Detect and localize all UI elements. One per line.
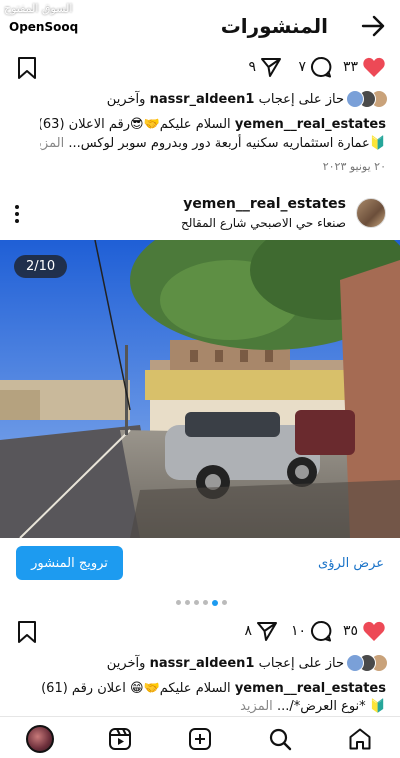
carousel-indicator	[176, 599, 227, 608]
profile-icon	[26, 725, 54, 753]
liked-by-user[interactable]: nassr_aldeen1	[150, 656, 255, 671]
home-icon	[349, 728, 371, 750]
post2-like-button[interactable]: ٣٥	[343, 620, 386, 642]
post1-liked-by[interactable]: حاز على إعجاب nassr_aldeen1 وآخرين	[0, 90, 400, 114]
opensooq-watermark: السوق المفتوح OpenSooq	[4, 2, 84, 35]
caption-text: 🔰 *نوع العرض*/...	[276, 699, 386, 714]
share-count: ٩	[248, 59, 256, 75]
heart-filled-icon	[363, 57, 385, 77]
send-icon	[261, 58, 281, 77]
bookmark-icon[interactable]	[16, 56, 38, 80]
bookmark-icon[interactable]	[16, 620, 38, 644]
caption-text: السلام عليكم🤝😁 اعلان رقم (61)	[41, 681, 231, 696]
post1-caption-line1: yemen__real_estates السلام عليكم🤝😎رقم ال…	[40, 115, 386, 135]
avatar[interactable]	[356, 198, 386, 228]
comment-count: ١٠	[290, 623, 306, 639]
post2-header: yemen__real_estates صنعاء حي الاصبحي شار…	[0, 190, 400, 242]
post1-like-button[interactable]: ٣٣	[343, 56, 386, 78]
post-location[interactable]: صنعاء حي الاصبحي شارع المقالح	[181, 216, 346, 230]
more-link[interactable]: المزيد	[40, 136, 64, 151]
liked-by-user[interactable]: nassr_aldeen1	[150, 92, 255, 107]
carousel-dot-active	[212, 599, 218, 606]
caption-username[interactable]: yemen__real_estates	[235, 117, 386, 132]
carousel-dot	[203, 600, 208, 605]
post2-liked-by[interactable]: حاز على إعجاب nassr_aldeen1 وآخرين	[0, 654, 400, 678]
page-title: المنشورات	[220, 14, 328, 38]
heart-filled-icon	[363, 621, 385, 641]
comment-icon	[311, 56, 332, 78]
caption-text: السلام عليكم🤝😎رقم الاعلان (63)	[40, 117, 231, 132]
create-tab[interactable]	[186, 725, 214, 753]
watermark-brand: OpenSooq	[4, 19, 84, 35]
liked-by-text: حاز على إعجاب nassr_aldeen1 وآخرين	[107, 656, 344, 671]
view-insights-link[interactable]: عرض الرؤى	[318, 556, 384, 571]
liked-by-avatars	[344, 654, 388, 676]
liked-by-text: حاز على إعجاب nassr_aldeen1 وآخرين	[107, 92, 344, 107]
post2-caption-line2: 🔰 *نوع العرض*/... المزيد	[40, 697, 386, 717]
post2-promo-row: ترويج المنشور عرض الرؤى	[0, 544, 400, 588]
avatar	[346, 654, 364, 672]
post2-comment-button[interactable]: ١٠	[291, 620, 332, 642]
liked-by-suffix: وآخرين	[106, 92, 146, 107]
like-count: ٣٥	[342, 623, 358, 639]
more-options-icon[interactable]	[14, 204, 20, 224]
post1-comment-button[interactable]: ٧	[298, 56, 332, 78]
avatar	[346, 90, 364, 108]
create-icon	[189, 728, 211, 750]
watermark-arabic: السوق المفتوح	[4, 2, 73, 15]
back-arrow-icon[interactable]	[360, 14, 386, 38]
reels-icon	[109, 728, 131, 750]
image-counter: 2/10	[14, 255, 68, 278]
street-photo-image	[0, 240, 400, 538]
comment-icon	[311, 620, 332, 642]
post-username[interactable]: yemen__real_estates	[183, 196, 346, 212]
like-count: ٣٣	[342, 59, 358, 75]
post1-action-bar: ٣٣ ٧ ٩	[0, 52, 400, 84]
comment-count: ٧	[298, 59, 306, 75]
search-tab[interactable]	[266, 725, 294, 753]
post2-action-bar: ٣٥ ١٠ ٨	[0, 616, 400, 648]
post1-caption-line2: 🔰عمارة استثماريه سكنيه أربعة دور وبدروم …	[40, 134, 386, 154]
bottom-navigation	[0, 716, 400, 758]
post2-share-button[interactable]: ٨	[244, 620, 278, 642]
search-icon	[269, 728, 292, 751]
caption-text: 🔰عمارة استثماريه سكنيه أربعة دور وبدروم …	[68, 136, 386, 151]
liked-by-prefix: حاز على إعجاب	[258, 92, 344, 107]
post1-share-button[interactable]: ٩	[248, 56, 282, 78]
post-photo[interactable]	[0, 240, 400, 538]
liked-by-suffix: وآخرين	[106, 656, 146, 671]
post2-caption-line1: yemen__real_estates السلام عليكم🤝😁 اعلان…	[40, 679, 386, 699]
promote-post-button[interactable]: ترويج المنشور	[16, 546, 123, 580]
send-icon	[257, 622, 277, 641]
carousel-dot	[222, 600, 227, 605]
profile-tab[interactable]	[26, 725, 54, 753]
liked-by-avatars	[344, 90, 388, 112]
home-tab[interactable]	[346, 725, 374, 753]
caption-username[interactable]: yemen__real_estates	[235, 681, 386, 696]
carousel-dot	[185, 600, 190, 605]
more-link[interactable]: المزيد	[240, 699, 273, 714]
carousel-dot	[194, 600, 199, 605]
post1-date: ٢٠ يونيو ٢٠٢٣	[322, 160, 386, 173]
share-count: ٨	[244, 623, 252, 639]
liked-by-prefix: حاز على إعجاب	[258, 656, 344, 671]
carousel-dot	[176, 600, 181, 605]
reels-tab[interactable]	[106, 725, 134, 753]
